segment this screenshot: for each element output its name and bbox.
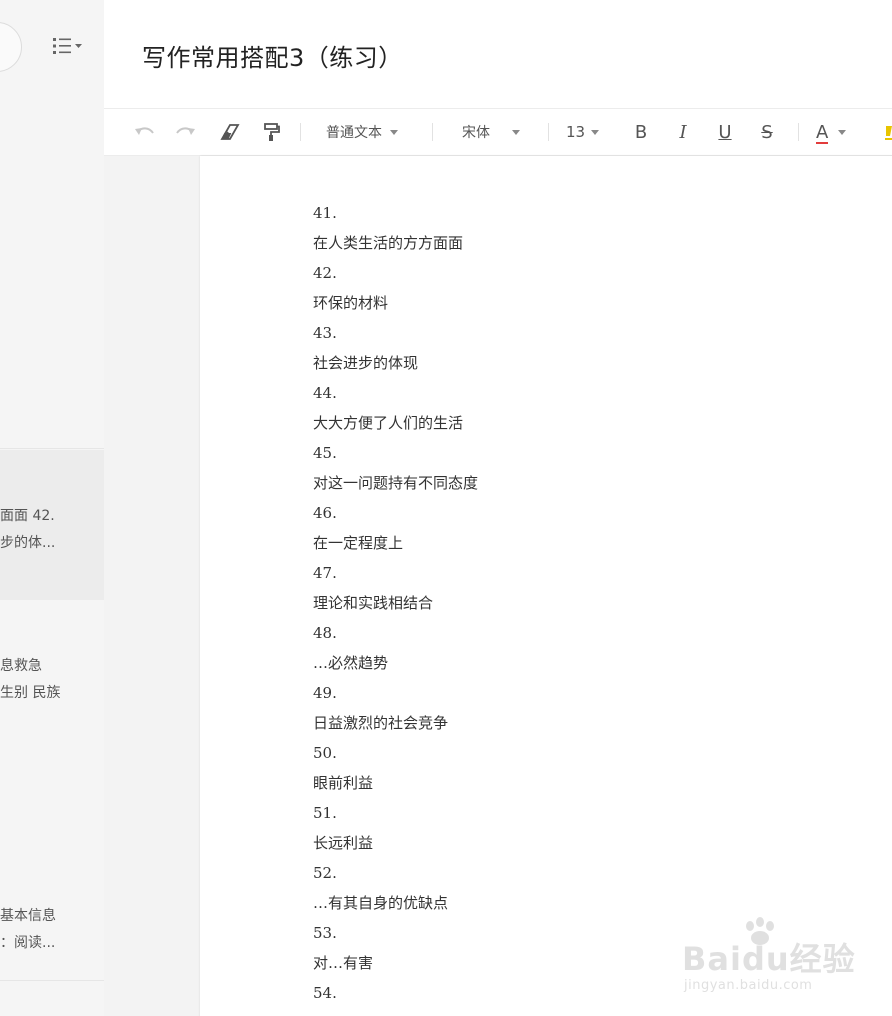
line-number: 45. (313, 444, 337, 462)
toolbar-separator (300, 123, 301, 141)
watermark-brand: Baidu经验 (682, 940, 856, 978)
list-view-icon[interactable] (52, 37, 84, 55)
font-family-dropdown[interactable]: 宋体 (462, 109, 534, 155)
italic-icon: I (679, 121, 687, 143)
line-number: 54. (313, 984, 337, 1002)
font-color-icon: A (816, 121, 829, 144)
phrase-line: 社会进步的体现 (313, 354, 419, 372)
line-number: 42. (313, 264, 337, 282)
sidebar-card-line1: 息救急 (0, 658, 42, 674)
document-title[interactable]: 写作常用搭配3（练习） (142, 38, 403, 73)
sidebar-card-line1: 基本信息 (0, 908, 56, 924)
format-toolbar: 普通文本 宋体 13 B I U S A (104, 108, 892, 156)
clear-format-button[interactable] (216, 109, 244, 155)
sidebar-doc-card[interactable]: 息救急 生别 民族 (0, 600, 104, 750)
paragraph-style-label: 普通文本 (326, 125, 382, 141)
line-number: 52. (313, 864, 337, 882)
line-number: 47. (313, 564, 337, 582)
highlight-button[interactable] (882, 109, 892, 155)
app-window: 面面 42. 步的体... 息救急 生别 民族 基本信息 ：阅读... 写作常用… (0, 0, 892, 1016)
eraser-icon (220, 123, 240, 141)
toolbar-separator (548, 123, 549, 141)
sidebar-card-line2: 步的体... (0, 535, 56, 551)
document-body[interactable]: 41. 在人类生活的方方面面 42. 环保的材料 43. 社会进步的体现 44. 大大方便了人… (313, 198, 478, 1008)
undo-button[interactable] (130, 109, 158, 155)
format-painter-icon (263, 122, 281, 142)
editor-canvas: 41. 在人类生活的方方面面 42. 环保的材料 43. 社会进步的体现 44. 大大方便了人… (104, 156, 892, 1016)
sidebar-avatar-circle[interactable] (0, 22, 22, 72)
chevron-down-icon (390, 129, 398, 135)
sidebar-card-line2: 生别 民族 (0, 685, 61, 701)
line-number: 46. (313, 504, 337, 522)
format-painter-button[interactable] (258, 109, 286, 155)
font-color-dropdown[interactable]: A (816, 109, 866, 155)
editor-main: 写作常用搭配3（练习） 普通文本 宋体 13 B I U S A 41. 在人类… (104, 0, 892, 1016)
strikethrough-icon: S (761, 121, 773, 143)
sidebar-card-line1: 面面 42. (0, 508, 55, 524)
watermark-url: jingyan.baidu.com (684, 978, 813, 993)
phrase-line: 长远利益 (313, 834, 374, 852)
phrase-line: 大大方便了人们的生活 (313, 414, 464, 432)
highlighter-icon (882, 122, 892, 142)
document-list-sidebar: 面面 42. 步的体... 息救急 生别 民族 基本信息 ：阅读... (0, 0, 104, 1016)
redo-button[interactable] (172, 109, 200, 155)
toolbar-separator (432, 123, 433, 141)
line-number: 49. (313, 684, 337, 702)
sidebar-card-line2: ：阅读... (0, 935, 56, 951)
line-number: 51. (313, 804, 337, 822)
font-family-label: 宋体 (462, 125, 490, 141)
font-color-letter: A (816, 121, 829, 143)
phrase-line: …必然趋势 (313, 654, 389, 672)
phrase-line: …有其自身的优缺点 (313, 894, 449, 912)
line-number: 41. (313, 204, 337, 222)
phrase-line: 日益激烈的社会竞争 (313, 714, 449, 732)
chevron-down-icon (512, 129, 520, 135)
chevron-down-icon (838, 129, 847, 135)
line-number: 53. (313, 924, 337, 942)
line-number: 50. (313, 744, 337, 762)
doc-header: 写作常用搭配3（练习） (104, 0, 892, 108)
strikethrough-button[interactable]: S (754, 109, 780, 155)
phrase-line: 理论和实践相结合 (313, 594, 434, 612)
phrase-line: 对…有害 (313, 954, 374, 972)
font-size-label: 13 (566, 123, 586, 141)
phrase-line: 环保的材料 (313, 294, 389, 312)
sidebar-doc-card-active[interactable]: 面面 42. 步的体... (0, 450, 104, 600)
italic-button[interactable]: I (670, 109, 696, 155)
sidebar-divider (0, 448, 104, 449)
sidebar-doc-card[interactable]: 基本信息 ：阅读... (0, 850, 104, 980)
underline-icon: U (718, 121, 732, 143)
paragraph-style-dropdown[interactable]: 普通文本 (326, 109, 416, 155)
font-color-swatch (816, 141, 829, 144)
undo-icon (133, 124, 155, 140)
phrase-line: 眼前利益 (313, 774, 374, 792)
chevron-down-icon (591, 129, 600, 135)
phrase-line: 在人类生活的方方面面 (313, 234, 464, 252)
font-size-dropdown[interactable]: 13 (566, 109, 616, 155)
document-page[interactable]: 41. 在人类生活的方方面面 42. 环保的材料 43. 社会进步的体现 44. 大大方便了人… (200, 156, 892, 1016)
toolbar-separator (798, 123, 799, 141)
line-number: 43. (313, 324, 337, 342)
underline-button[interactable]: U (712, 109, 738, 155)
bold-button[interactable]: B (628, 109, 654, 155)
redo-icon (175, 124, 197, 140)
phrase-line: 对这一问题持有不同态度 (313, 474, 479, 492)
line-number: 44. (313, 384, 337, 402)
baidu-jingyan-watermark: Baidu经验 jingyan.baidu.com (682, 916, 882, 1000)
sidebar-divider (0, 980, 104, 981)
phrase-line: 在一定程度上 (313, 534, 404, 552)
bold-icon: B (634, 121, 648, 143)
line-number: 48. (313, 624, 337, 642)
